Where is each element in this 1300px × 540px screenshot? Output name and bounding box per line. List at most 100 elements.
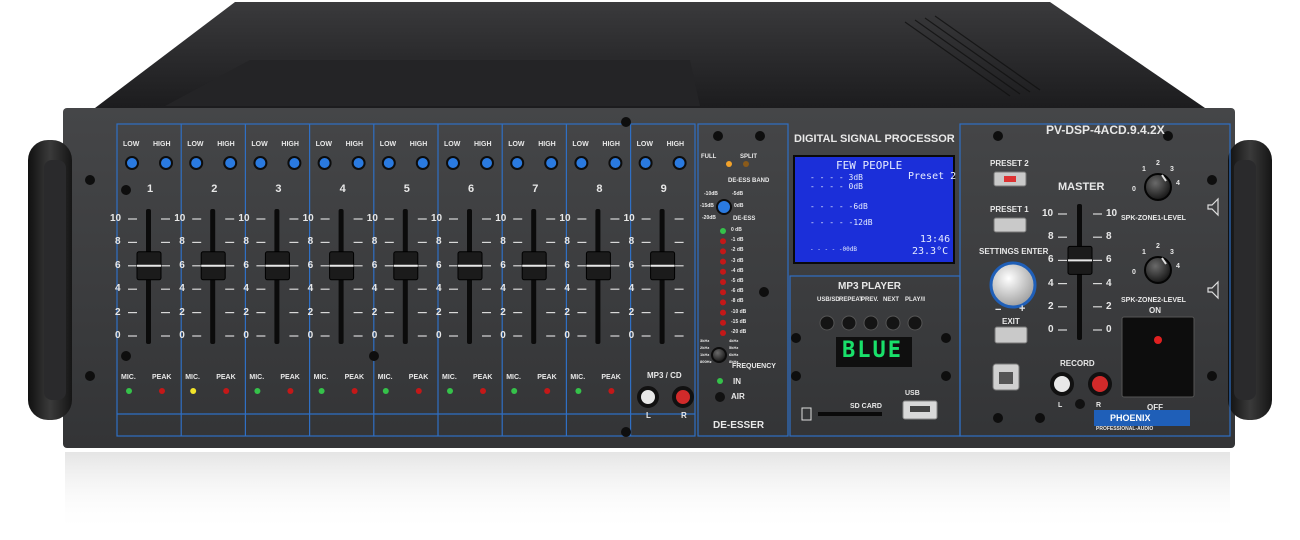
fader-cap[interactable] bbox=[585, 251, 611, 281]
eq-high-knob[interactable] bbox=[159, 156, 173, 170]
fader-scale-label: 8 bbox=[628, 236, 635, 248]
de-ess-knob[interactable] bbox=[716, 199, 732, 215]
eq-low-knob[interactable] bbox=[381, 156, 396, 170]
zone1-knob[interactable] bbox=[1144, 173, 1172, 201]
brand-name: PHOENIX bbox=[1110, 413, 1151, 423]
usb-label: USB bbox=[905, 390, 920, 397]
meter-led bbox=[720, 299, 726, 306]
fader-cap[interactable] bbox=[200, 251, 226, 281]
led-split bbox=[743, 161, 749, 167]
frequency-knob[interactable] bbox=[711, 347, 727, 363]
eq-high-knob[interactable] bbox=[415, 156, 430, 170]
peak-led bbox=[544, 388, 551, 394]
freq-mark-2k: 2kHz bbox=[700, 345, 710, 350]
meter-label: -2 dB bbox=[731, 247, 744, 254]
sd-card-slot[interactable] bbox=[818, 412, 882, 416]
fader-scale-label: 8 bbox=[243, 236, 249, 248]
mic-led bbox=[575, 388, 582, 394]
screw bbox=[621, 117, 631, 127]
knob-mark-0: 0dB bbox=[734, 203, 744, 209]
eq-low-knob[interactable] bbox=[253, 156, 268, 170]
eq-low-knob[interactable] bbox=[638, 156, 653, 170]
meter-label: -8 dB bbox=[731, 298, 744, 305]
mp3-transport-button[interactable] bbox=[841, 315, 857, 331]
zone1-label: SPK-ZONE1-LEVEL bbox=[1121, 215, 1186, 222]
eq-high-knob[interactable] bbox=[672, 156, 687, 170]
eq-low-label: LOW bbox=[444, 141, 461, 148]
fader-scale-label: 4 bbox=[115, 283, 121, 295]
eq-low-label: LOW bbox=[572, 141, 589, 148]
fader-cap[interactable] bbox=[329, 251, 355, 281]
mp3-transport-button[interactable] bbox=[907, 315, 923, 331]
zone-mark: 3 bbox=[1170, 249, 1174, 256]
knob-mark-15: -15dB bbox=[700, 203, 714, 209]
fader-scale-label: 0 bbox=[500, 330, 506, 341]
peak-label: PEAK bbox=[344, 374, 365, 381]
mp3-transport-button[interactable] bbox=[885, 315, 901, 331]
led-in bbox=[717, 378, 723, 384]
fader-cap[interactable] bbox=[650, 251, 676, 281]
fader-cap[interactable] bbox=[521, 251, 547, 281]
eq-low-label: LOW bbox=[379, 141, 397, 148]
fader-scale-label: 0 bbox=[179, 330, 185, 341]
power-switch[interactable] bbox=[1121, 316, 1195, 398]
preset1-button[interactable] bbox=[993, 217, 1027, 233]
record-right-label: R bbox=[1096, 402, 1102, 409]
eq-low-knob[interactable] bbox=[125, 156, 139, 170]
record-left-jack[interactable] bbox=[1050, 372, 1074, 396]
eq-low-knob[interactable] bbox=[446, 156, 460, 170]
fader-scale-label: 8 bbox=[307, 236, 314, 248]
fader-scale-label: 0 bbox=[115, 330, 121, 341]
master-scale-right: 4 bbox=[1106, 277, 1112, 289]
eq-high-knob[interactable] bbox=[480, 156, 494, 170]
eq-low-knob[interactable] bbox=[189, 156, 204, 170]
screw bbox=[791, 371, 801, 381]
zone2-knob[interactable] bbox=[1144, 256, 1172, 284]
master-fader-cap[interactable] bbox=[1067, 245, 1093, 275]
eq-high-knob[interactable] bbox=[223, 156, 238, 170]
eq-high-knob[interactable] bbox=[287, 156, 302, 170]
screen-preset: Preset 2 bbox=[908, 171, 957, 182]
freq-mark-800: 800Hz bbox=[700, 359, 712, 364]
screw bbox=[1207, 175, 1217, 185]
eq-low-knob[interactable] bbox=[510, 156, 525, 170]
fader-cap[interactable] bbox=[264, 251, 290, 281]
mp3-transport-button[interactable] bbox=[819, 315, 835, 331]
screw bbox=[755, 131, 765, 141]
eq-low-knob[interactable] bbox=[317, 156, 332, 170]
right-handle[interactable] bbox=[1228, 140, 1272, 420]
fader-cap[interactable] bbox=[393, 251, 419, 281]
fader-scale-label: 10 bbox=[559, 213, 571, 224]
meter-led bbox=[720, 248, 726, 255]
record-left-label: L bbox=[1058, 402, 1063, 409]
fader-scale-label: 10 bbox=[174, 213, 186, 224]
screw bbox=[621, 427, 631, 437]
eq-high-knob[interactable] bbox=[608, 156, 623, 170]
mixer-amplifier-scene bbox=[28, 2, 1272, 532]
eq-high-label: HIGH bbox=[666, 141, 685, 148]
fader-scale-label: 6 bbox=[628, 259, 635, 271]
eq-high-knob[interactable] bbox=[351, 156, 366, 170]
eq-low-knob[interactable] bbox=[574, 156, 589, 170]
exit-button[interactable] bbox=[994, 326, 1028, 344]
fader-cap[interactable] bbox=[136, 251, 162, 281]
exit-label: EXIT bbox=[1002, 317, 1020, 326]
record-right-jack[interactable] bbox=[1088, 372, 1112, 396]
fader-scale-label: 10 bbox=[238, 213, 250, 224]
eq-high-label: HIGH bbox=[409, 141, 428, 148]
mic-led bbox=[126, 388, 132, 394]
settings-encoder[interactable] bbox=[989, 261, 1037, 309]
eq-high-label: HIGH bbox=[602, 141, 620, 148]
fader-scale-label: 10 bbox=[302, 213, 314, 224]
left-handle[interactable] bbox=[28, 140, 72, 420]
zone-mark: 3 bbox=[1170, 166, 1174, 173]
mp3-transport-button[interactable] bbox=[863, 315, 879, 331]
fader-scale-label: 2 bbox=[307, 306, 314, 318]
fader-cap[interactable] bbox=[457, 251, 483, 281]
air-button[interactable] bbox=[715, 392, 725, 402]
peak-led bbox=[608, 388, 615, 394]
mp3-cd-right-jack[interactable] bbox=[672, 386, 694, 408]
eq-high-knob[interactable] bbox=[544, 156, 559, 170]
mp3-cd-left-jack[interactable] bbox=[637, 386, 659, 408]
channel-number: 3 bbox=[275, 183, 282, 195]
